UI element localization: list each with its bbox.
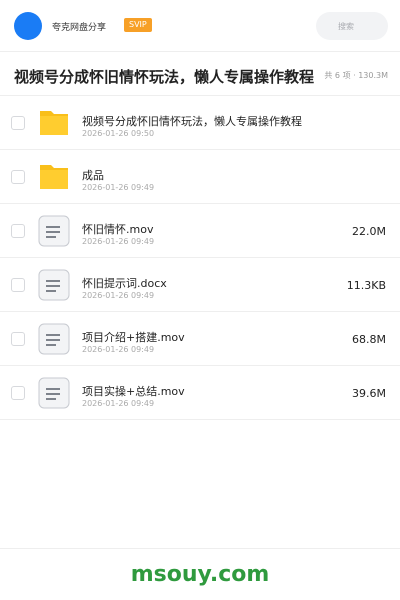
avatar[interactable] bbox=[14, 12, 42, 40]
file-date: 2026-01-26 09:49 bbox=[82, 345, 155, 354]
username: 夸克网盘分享 bbox=[52, 23, 107, 33]
document-icon bbox=[38, 377, 70, 409]
file-name: 怀旧情怀.mov bbox=[82, 223, 154, 236]
document-icon bbox=[38, 323, 70, 355]
list-item[interactable]: 成品 2026-01-26 09:49 bbox=[0, 150, 400, 204]
select-checkbox[interactable] bbox=[11, 278, 25, 292]
document-icon bbox=[38, 269, 70, 301]
list-item[interactable]: 怀旧提示词.docx 2026-01-26 09:49 11.3KB bbox=[0, 258, 400, 312]
document-icon bbox=[38, 215, 70, 247]
file-name: 项目介绍+搭建.mov bbox=[82, 331, 185, 344]
select-checkbox[interactable] bbox=[11, 332, 25, 346]
list-item[interactable]: 项目介绍+搭建.mov 2026-01-26 09:49 68.8M bbox=[0, 312, 400, 366]
select-checkbox[interactable] bbox=[11, 224, 25, 238]
file-list: 视频号分成怀旧情怀玩法，懒人专属操作教程 2026-01-26 09:50 成品… bbox=[0, 96, 400, 420]
file-name: 怀旧提示词.docx bbox=[82, 277, 167, 290]
file-date: 2026-01-26 09:49 bbox=[82, 183, 155, 192]
footer-divider bbox=[0, 548, 400, 549]
folder-summary: 共 6 项 · 130.3M bbox=[324, 71, 388, 80]
list-item[interactable]: 怀旧情怀.mov 2026-01-26 09:49 22.0M bbox=[0, 204, 400, 258]
page-title: 视频号分成怀旧情怀玩法，懒人专属操作教程 bbox=[14, 68, 315, 86]
select-checkbox[interactable] bbox=[11, 386, 25, 400]
file-size: 11.3KB bbox=[346, 279, 386, 292]
list-item[interactable]: 项目实操+总结.mov 2026-01-26 09:49 39.6M bbox=[0, 366, 400, 420]
select-checkbox[interactable] bbox=[11, 116, 25, 130]
svip-badge: SVIP bbox=[124, 18, 152, 32]
folder-title-bar: 视频号分成怀旧情怀玩法，懒人专属操作教程 共 6 项 · 130.3M bbox=[0, 52, 400, 96]
file-size: 39.6M bbox=[352, 387, 386, 400]
watermark: msouy.com bbox=[130, 562, 270, 587]
file-date: 2026-01-26 09:49 bbox=[82, 291, 155, 300]
top-bar: 夸克网盘分享 SVIP bbox=[0, 0, 400, 52]
file-date: 2026-01-26 09:49 bbox=[82, 237, 155, 246]
file-name: 项目实操+总结.mov bbox=[82, 385, 185, 398]
file-size: 22.0M bbox=[352, 225, 386, 238]
file-size: 68.8M bbox=[352, 333, 386, 346]
file-date: 2026-01-26 09:50 bbox=[82, 129, 155, 138]
list-item[interactable]: 视频号分成怀旧情怀玩法，懒人专属操作教程 2026-01-26 09:50 bbox=[0, 96, 400, 150]
search-input[interactable] bbox=[316, 12, 388, 40]
folder-icon bbox=[40, 165, 68, 189]
file-name: 视频号分成怀旧情怀玩法，懒人专属操作教程 bbox=[82, 115, 302, 128]
select-checkbox[interactable] bbox=[11, 170, 25, 184]
file-name: 成品 bbox=[82, 169, 104, 182]
file-date: 2026-01-26 09:49 bbox=[82, 399, 155, 408]
folder-icon bbox=[40, 111, 68, 135]
